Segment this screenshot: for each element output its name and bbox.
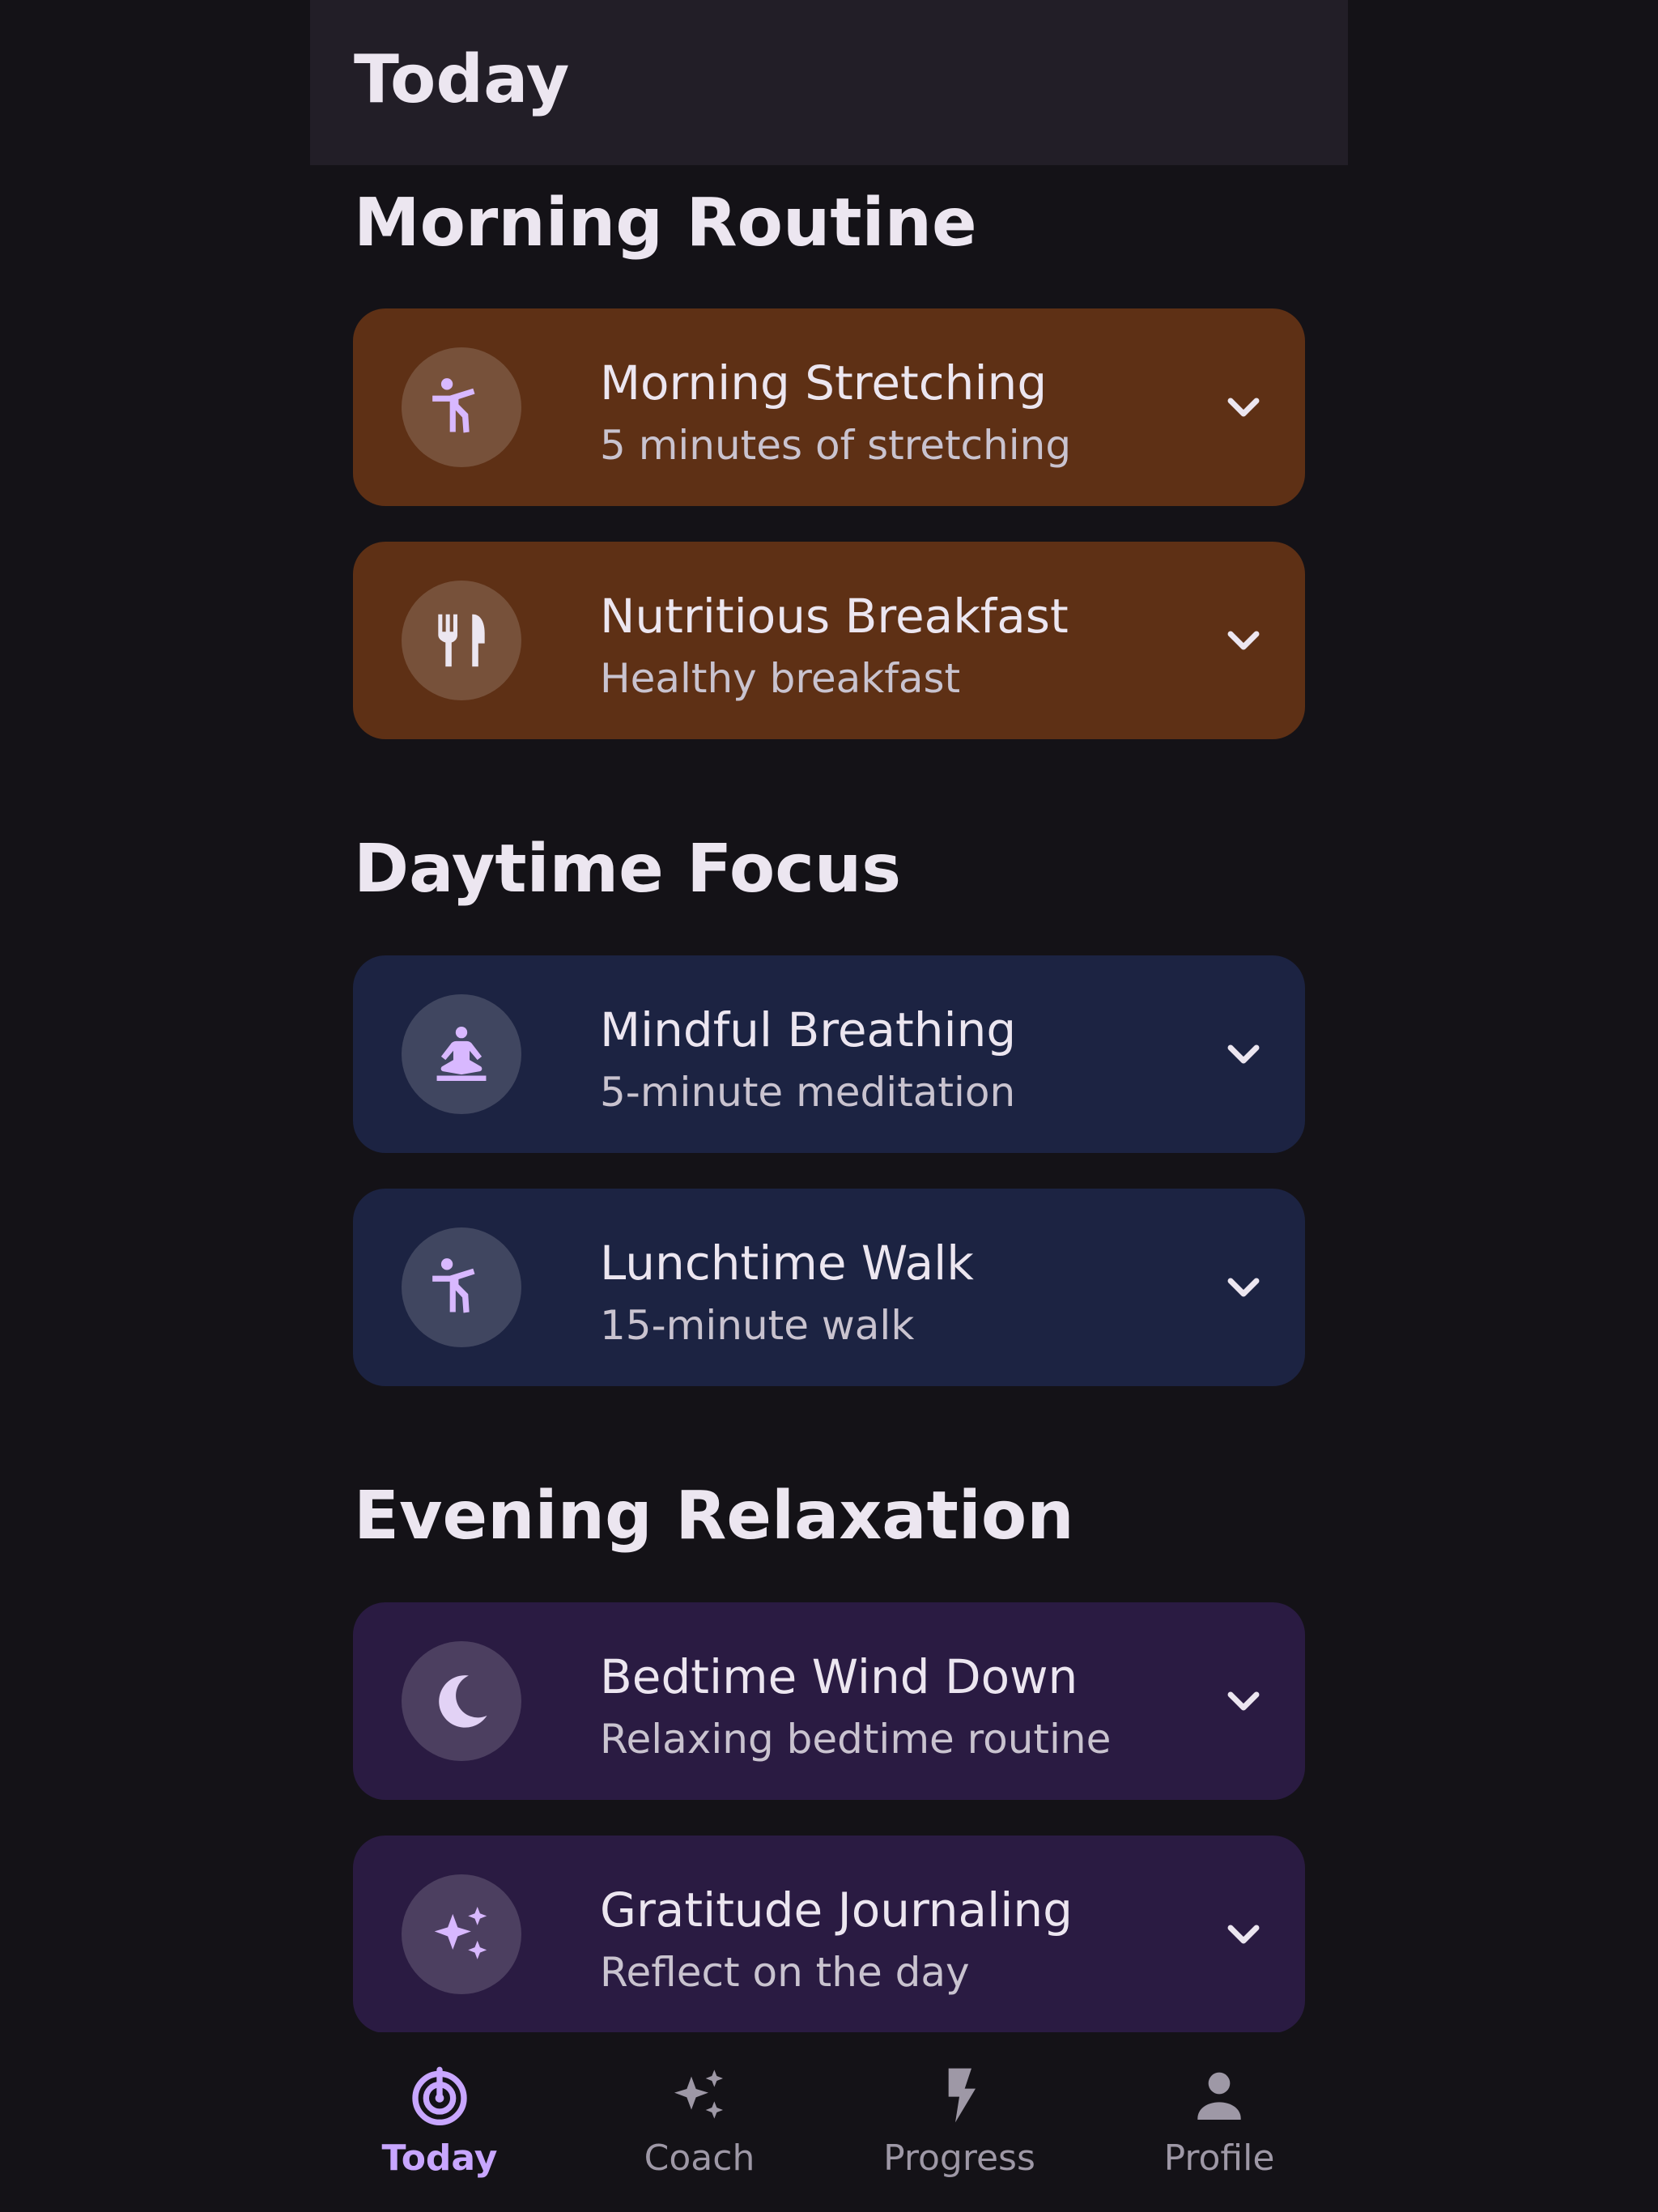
stretch-icon (432, 378, 475, 433)
section-title-morning: Morning Routine (354, 185, 977, 262)
chevron-down-icon[interactable] (1218, 615, 1269, 666)
chevron-down-icon[interactable] (1218, 1261, 1269, 1313)
sparkle-icon (434, 1906, 487, 1959)
nav-label: Profile (1163, 2138, 1275, 2179)
nav-label: Coach (644, 2138, 755, 2179)
chevron-down-icon[interactable] (1218, 381, 1269, 433)
nav-tab-profile[interactable]: Profile (1090, 2032, 1348, 2212)
fork-knife-icon (438, 614, 485, 667)
card-title: Morning Stretching (600, 355, 1048, 410)
nav-label: Progress (883, 2138, 1035, 2179)
routine-card-lunchtime-walk[interactable]: Lunchtime Walk 15-minute walk (353, 1189, 1305, 1386)
routine-card-mindful-breathing[interactable]: Mindful Breathing 5-minute meditation (353, 955, 1305, 1153)
card-subtitle: Healthy breakfast (600, 655, 961, 702)
card-icon-container (402, 994, 521, 1114)
card-icon-container (402, 1874, 521, 1994)
card-title: Nutritious Breakfast (600, 589, 1069, 644)
stretch-icon (432, 1258, 475, 1313)
routine-card-gratitude-journaling[interactable]: Gratitude Journaling Reflect on the day (353, 1836, 1305, 2033)
card-icon-container (402, 1641, 521, 1761)
spiral-icon (412, 2066, 467, 2125)
card-title: Mindful Breathing (600, 1002, 1017, 1057)
card-subtitle: 5-minute meditation (600, 1069, 1016, 1116)
nav-tab-coach[interactable]: Coach (570, 2032, 829, 2212)
chevron-down-icon[interactable] (1218, 1028, 1269, 1080)
app-window: Today Morning Routine Morning Stretching… (310, 0, 1348, 2212)
routine-card-nutritious-breakfast[interactable]: Nutritious Breakfast Healthy breakfast (353, 542, 1305, 739)
card-icon-container (402, 347, 521, 467)
lightning-icon (948, 2068, 976, 2123)
chevron-down-icon[interactable] (1218, 1675, 1269, 1727)
card-subtitle: Reflect on the day (600, 1949, 970, 1996)
routine-card-morning-stretching[interactable]: Morning Stretching 5 minutes of stretchi… (353, 308, 1305, 506)
person-icon (1197, 2072, 1241, 2120)
routine-card-bedtime-wind-down[interactable]: Bedtime Wind Down Relaxing bedtime routi… (353, 1602, 1305, 1800)
card-title: Bedtime Wind Down (600, 1649, 1078, 1704)
chevron-down-icon[interactable] (1218, 1908, 1269, 1960)
card-icon-container (402, 1227, 521, 1347)
sparkle-icon (674, 2069, 723, 2119)
top-app-bar: Today (310, 0, 1348, 165)
card-title: Lunchtime Walk (600, 1236, 974, 1291)
card-icon-container (402, 581, 521, 700)
nav-tab-today[interactable]: Today (310, 2032, 569, 2212)
moon-icon (439, 1675, 487, 1728)
bottom-navigation-bar: Today Coach Progress Profile (310, 2032, 1348, 2212)
card-title: Gratitude Journaling (600, 1882, 1073, 1938)
meditation-icon (436, 1026, 487, 1081)
card-subtitle: Relaxing bedtime routine (600, 1716, 1112, 1763)
section-title-evening: Evening Relaxation (354, 1478, 1074, 1555)
page-title: Today (354, 41, 570, 118)
section-title-daytime: Daytime Focus (354, 831, 902, 908)
card-subtitle: 15-minute walk (600, 1302, 915, 1349)
nav-label: Today (381, 2138, 498, 2179)
nav-tab-progress[interactable]: Progress (830, 2032, 1089, 2212)
card-subtitle: 5 minutes of stretching (600, 422, 1072, 469)
